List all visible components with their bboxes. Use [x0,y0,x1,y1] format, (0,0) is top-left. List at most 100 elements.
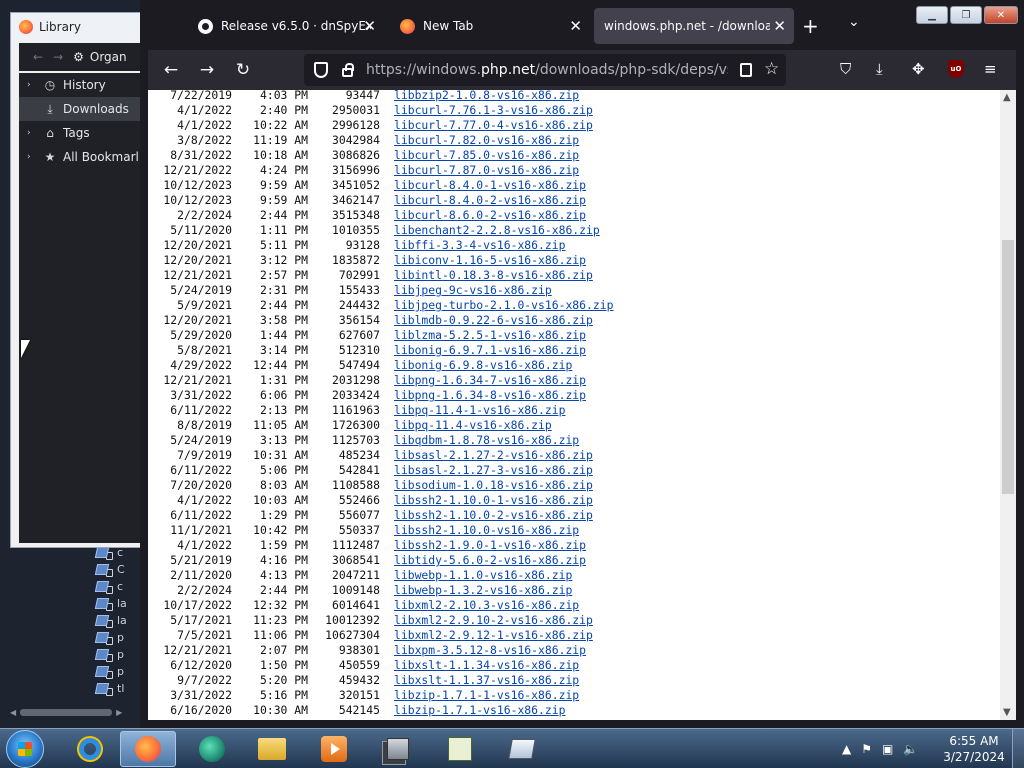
file-link[interactable]: liblmdb-0.9.22-6-vs16-x86.zip [394,313,593,327]
file-link[interactable]: libsodium-1.0.18-vs16-x86.zip [394,478,593,492]
file-link[interactable]: libssh2-1.10.0-1-vs16-x86.zip [394,493,593,507]
scrollbar-thumb[interactable] [20,708,113,716]
taskbar-media-player[interactable] [306,731,362,767]
file-link[interactable]: libcurl-8.4.0-1-vs16-x86.zip [394,178,586,192]
address-bar[interactable]: https://windows.php.net/downloads/php-sd… [304,54,786,86]
file-link[interactable]: libpq-11.4-vs16-x86.zip [394,418,552,432]
file-link[interactable]: libzip-1.7.1-vs16-x86.zip [394,703,565,717]
file-link[interactable]: liblzma-5.2.5-1-vs16-x86.zip [394,328,586,342]
file-link[interactable]: libcurl-7.82.0-vs16-x86.zip [394,133,579,147]
url-text[interactable]: https://windows.php.net/downloads/php-sd… [366,62,728,78]
expand-arrow-icon[interactable]: › [27,80,37,90]
scroll-right-icon[interactable]: ▶ [116,708,122,717]
show-hidden-icons-icon[interactable]: ▲ [842,742,851,756]
file-link[interactable]: libwebp-1.3.2-vs16-x86.zip [394,583,572,597]
file-link[interactable]: libonig-6.9.8-vs16-x86.zip [394,358,572,372]
volume-muted-icon[interactable]: 🔈 [903,742,918,756]
file-link[interactable]: libpng-1.6.34-8-vs16-x86.zip [394,388,586,402]
file-link[interactable]: libxml2-2.10.3-vs16-x86.zip [394,598,579,612]
file-link[interactable]: libcurl-7.77.0-4-vs16-x86.zip [394,118,593,132]
file-link[interactable]: libcurl-8.6.0-2-vs16-x86.zip [394,208,586,222]
file-link[interactable]: libsasl-2.1.27-2-vs16-x86.zip [394,448,593,462]
file-link[interactable]: libpq-11.4-1-vs16-x86.zip [394,403,565,417]
file-link[interactable]: libsasl-2.1.27-3-vs16-x86.zip [394,463,593,477]
file-link[interactable]: libssh2-1.10.0-vs16-x86.zip [394,523,579,537]
file-link[interactable]: libpng-1.6.34-7-vs16-x86.zip [394,373,586,387]
file-link[interactable]: libcurl-7.87.0-vs16-x86.zip [394,163,579,177]
bookmark-star-icon[interactable]: ☆ [764,59,779,79]
scroll-up-icon[interactable]: ▲ [1003,92,1011,103]
taskbar-internet-explorer[interactable] [62,731,118,767]
file-link[interactable]: libssh2-1.10.0-2-vs16-x86.zip [394,508,593,522]
scroll-down-icon[interactable]: ▼ [1003,707,1011,718]
organize-button[interactable]: ⚙ Organ [73,50,127,64]
back-arrow-icon[interactable]: ← [33,50,43,64]
file-link[interactable]: libzip-1.7.1-1-vs16-x86.zip [394,688,579,702]
file-link[interactable]: libjpeg-9c-vs16-x86.zip [394,283,552,297]
taskbar-file-explorer[interactable] [244,731,300,767]
site-lock-icon[interactable] [342,63,354,77]
horizontal-scrollbar[interactable]: ◀ ▶ [10,706,134,718]
reader-view-icon[interactable] [740,63,752,77]
close-tab-icon[interactable]: ✕ [363,17,376,35]
tab-new-tab[interactable]: New Tab ✕ [390,8,590,44]
forward-arrow-icon[interactable]: → [53,50,63,64]
library-titlebar[interactable]: Library [11,13,143,41]
file-link[interactable]: libtidy-5.6.0-2-vs16-x86.zip [394,553,586,567]
tab-windows-php-net[interactable]: windows.php.net - /downloads ✕ [594,8,794,44]
file-link[interactable]: libxslt-1.1.37-vs16-x86.zip [394,673,579,687]
start-button[interactable] [6,730,44,768]
extensions-icon[interactable]: ✥ [912,60,925,78]
system-clock[interactable]: 6:55 AM 3/27/2024 [940,733,1008,765]
hamburger-menu-icon[interactable]: ≡ [984,60,997,78]
file-link[interactable]: libcurl-8.4.0-2-vs16-x86.zip [394,193,586,207]
taskbar-web-app[interactable] [184,731,240,767]
file-link[interactable]: libffi-3.3-4-vs16-x86.zip [394,238,565,252]
scrollbar-thumb[interactable] [1002,240,1014,494]
close-tab-icon[interactable]: ✕ [569,17,582,35]
action-center-flag-icon[interactable]: ⚑ [861,742,872,756]
file-link[interactable]: libjpeg-turbo-2.1.0-vs16-x86.zip [394,298,613,312]
forward-button[interactable]: → [194,58,220,82]
expand-arrow-icon[interactable]: › [27,152,37,162]
file-link[interactable]: libenchant2-2.2.8-vs16-x86.zip [394,223,600,237]
file-link[interactable]: libxml2-2.9.12-1-vs16-x86.zip [394,628,593,642]
sidebar-item-all-bookmarks[interactable]: › ★ All Bookmarl [19,145,143,169]
sidebar-item-tags[interactable]: › ⌂ Tags [19,121,143,145]
taskbar-task-view[interactable] [370,731,426,767]
close-tab-icon[interactable]: ✕ [773,17,786,35]
file-link[interactable]: libssh2-1.9.0-1-vs16-x86.zip [394,538,586,552]
tracking-protection-shield-icon[interactable] [314,62,328,78]
file-link[interactable]: libwebp-1.1.0-vs16-x86.zip [394,568,572,582]
file-link[interactable]: libxml2-2.9.10-2-vs16-x86.zip [394,613,593,627]
file-link[interactable]: libcurl-7.76.1-3-vs16-x86.zip [394,103,593,117]
list-all-tabs-button[interactable]: ⌄ [848,14,860,30]
taskbar-firefox[interactable] [120,731,176,767]
taskbar-notepad-plus[interactable] [432,731,488,767]
tab-dnspy-release[interactable]: Release v6.5.0 · dnSpyEx/dn ✕ [188,8,384,44]
ublock-origin-icon[interactable]: uO [948,60,964,78]
file-link[interactable]: libxpm-3.5.12-8-vs16-x86.zip [394,643,586,657]
file-link[interactable]: libonig-6.9.7.1-vs16-x86.zip [394,343,586,357]
sidebar-item-history[interactable]: › ◷ History [19,73,143,97]
minimize-button[interactable]: ▁ [916,6,948,24]
file-link[interactable]: libqdbm-1.8.78-vs16-x86.zip [394,433,579,447]
file-link[interactable]: libbzip2-1.0.8-vs16-x86.zip [394,90,579,102]
reload-button[interactable]: ↻ [230,58,256,82]
scroll-left-icon[interactable]: ◀ [10,708,16,717]
back-button[interactable]: ← [158,58,184,82]
file-link[interactable]: libintl-0.18.3-8-vs16-x86.zip [394,268,593,282]
sidebar-item-downloads[interactable]: ⤓ Downloads [19,97,143,121]
file-link[interactable]: libxslt-1.1.34-vs16-x86.zip [394,658,579,672]
network-icon[interactable]: ▣ [882,742,893,756]
show-desktop-button[interactable] [1012,729,1024,768]
close-window-button[interactable]: ✕ [984,6,1018,24]
new-tab-button[interactable]: + [802,14,819,38]
expand-arrow-icon[interactable]: › [27,128,37,138]
vertical-scrollbar[interactable]: ▲ ▼ [1000,90,1016,720]
maximize-button[interactable]: ❐ [950,6,982,24]
pocket-icon[interactable]: ⛉ [840,60,851,78]
taskbar-notepad[interactable] [494,731,550,767]
file-link[interactable]: libiconv-1.16-5-vs16-x86.zip [394,253,586,267]
file-link[interactable]: libcurl-7.85.0-vs16-x86.zip [394,148,579,162]
